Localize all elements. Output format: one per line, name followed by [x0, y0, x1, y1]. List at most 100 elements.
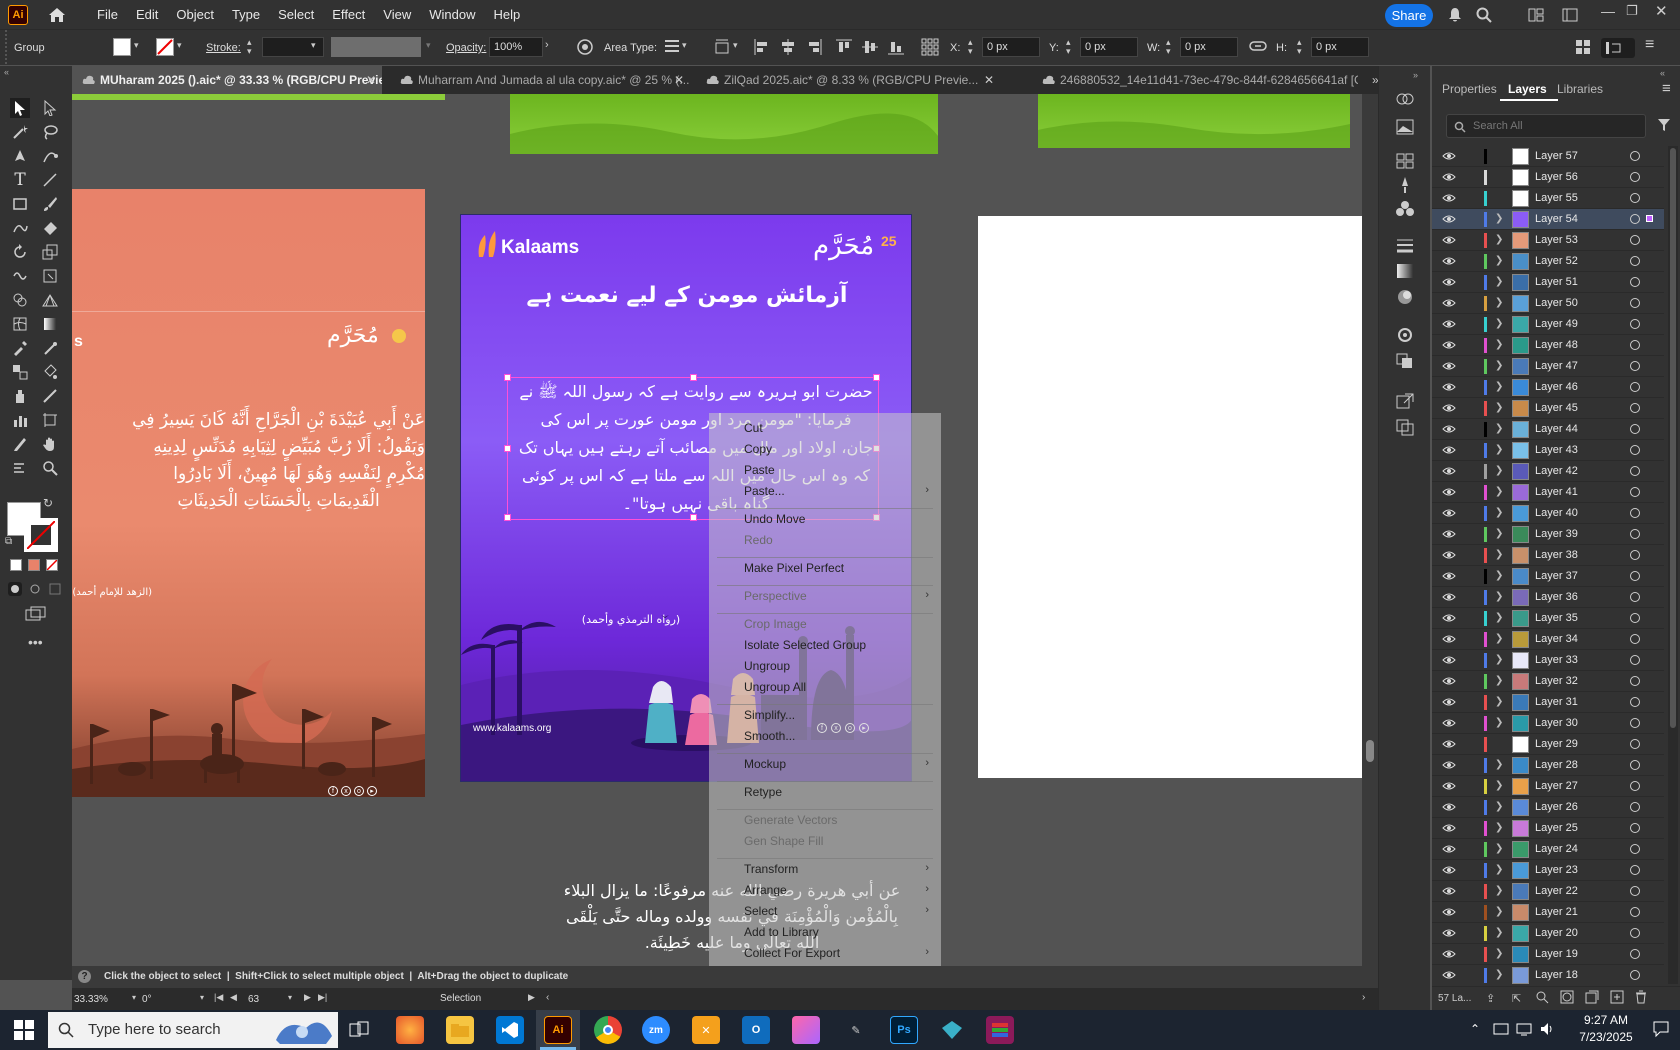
brushes-panel-icon[interactable]: [1395, 176, 1415, 194]
layers-scroll-thumb[interactable]: [1670, 148, 1676, 728]
layers-scrollbar[interactable]: [1668, 146, 1678, 984]
layer-name[interactable]: Layer 22: [1535, 885, 1578, 897]
slice-tool-icon[interactable]: [40, 386, 60, 406]
workspace-icon[interactable]: [1562, 8, 1578, 22]
layer-row[interactable]: Layer 57: [1432, 146, 1664, 167]
layer-name[interactable]: Layer 26: [1535, 801, 1578, 813]
w-field[interactable]: 0 px: [1180, 37, 1238, 57]
layer-row[interactable]: ❯ Layer 46: [1432, 377, 1664, 398]
expand-arrow-icon[interactable]: ❯: [1495, 675, 1503, 686]
visibility-eye-icon[interactable]: [1442, 634, 1456, 644]
eyedropper-tool-icon[interactable]: [10, 338, 30, 358]
expand-arrow-icon[interactable]: ❯: [1495, 696, 1503, 707]
direct-selection-tool-icon[interactable]: [40, 98, 60, 118]
app-gem-icon[interactable]: [938, 1016, 966, 1044]
document-tab[interactable]: ZilQad 2025.aic* @ 8.33 % (RGB/CPU Previ…: [696, 66, 1000, 94]
layer-target-icon[interactable]: [1630, 277, 1640, 287]
artboard-tool-icon[interactable]: [40, 410, 60, 430]
opacity-label[interactable]: Opacity:: [446, 42, 486, 54]
expand-arrow-icon[interactable]: ❯: [1495, 381, 1503, 392]
panel-menu-icon[interactable]: ≡: [1662, 80, 1671, 97]
visibility-eye-icon[interactable]: [1442, 508, 1456, 518]
transform-dropdown-icon[interactable]: ▾: [733, 40, 738, 51]
menu-effect[interactable]: Effect: [323, 0, 374, 29]
layer-target-icon[interactable]: [1630, 298, 1640, 308]
expand-arrow-icon[interactable]: ❯: [1495, 507, 1503, 518]
taskbar-time[interactable]: 9:27 AM: [1570, 1013, 1642, 1027]
tray-volume-icon[interactable]: [1539, 1021, 1555, 1037]
stroke-dropdown-icon[interactable]: ▾: [177, 40, 182, 51]
layer-name[interactable]: Layer 51: [1535, 276, 1578, 288]
layer-name[interactable]: Layer 27: [1535, 780, 1578, 792]
visibility-eye-icon[interactable]: [1442, 487, 1456, 497]
visibility-eye-icon[interactable]: [1442, 361, 1456, 371]
zoom-app-icon[interactable]: zm: [642, 1016, 670, 1044]
expand-arrow-icon[interactable]: ❯: [1495, 612, 1503, 623]
layer-target-icon[interactable]: [1630, 403, 1640, 413]
zoom-dropdown-icon[interactable]: ▾: [132, 993, 136, 1002]
layer-target-icon[interactable]: [1630, 361, 1640, 371]
home-icon[interactable]: [46, 4, 68, 26]
opacity-arrow-icon[interactable]: ›: [545, 39, 549, 51]
minimize-button[interactable]: —: [1601, 3, 1615, 19]
layer-target-icon[interactable]: [1630, 970, 1640, 980]
expand-arrow-icon[interactable]: ❯: [1495, 318, 1503, 329]
paragraph-align-icon[interactable]: [663, 39, 681, 53]
visibility-eye-icon[interactable]: [1442, 949, 1456, 959]
expand-arrow-icon[interactable]: ❯: [1495, 969, 1503, 980]
layer-target-icon[interactable]: [1630, 655, 1640, 665]
layer-name[interactable]: Layer 45: [1535, 402, 1578, 414]
context-menu-item-retype[interactable]: Retype: [744, 785, 782, 799]
layer-row[interactable]: ❯ Layer 26: [1432, 797, 1664, 818]
layer-name[interactable]: Layer 54: [1535, 213, 1578, 225]
visibility-eye-icon[interactable]: [1442, 823, 1456, 833]
expand-arrow-icon[interactable]: ❯: [1495, 339, 1503, 350]
y-field[interactable]: 0 px: [1080, 37, 1138, 57]
x-field[interactable]: 0 px: [982, 37, 1040, 57]
new-layer-icon[interactable]: [1610, 990, 1624, 1004]
stroke-color-swatch[interactable]: [24, 518, 58, 552]
profile-dropdown-icon[interactable]: ▾: [426, 40, 431, 51]
align-middle-icon[interactable]: [861, 38, 879, 56]
layer-name[interactable]: Layer 56: [1535, 171, 1578, 183]
scroll-right-button[interactable]: ›: [1362, 992, 1365, 1003]
expand-arrow-icon[interactable]: ❯: [1495, 213, 1503, 224]
layer-name[interactable]: Layer 33: [1535, 654, 1578, 666]
layer-target-icon[interactable]: [1630, 634, 1640, 644]
align-bottom-icon[interactable]: [887, 38, 905, 56]
collect-export-icon[interactable]: ⇱: [1512, 992, 1521, 1005]
menu-window[interactable]: Window: [420, 0, 484, 29]
layer-name[interactable]: Layer 40: [1535, 507, 1578, 519]
visibility-eye-icon[interactable]: [1442, 676, 1456, 686]
layer-row[interactable]: ❯ Layer 18: [1432, 965, 1664, 984]
expand-arrow-icon[interactable]: ❯: [1495, 948, 1503, 959]
fill-dropdown-icon[interactable]: ▾: [134, 40, 139, 51]
layer-row[interactable]: ❯ Layer 38: [1432, 545, 1664, 566]
layer-name[interactable]: Layer 42: [1535, 465, 1578, 477]
symbol-sprayer-tool-icon[interactable]: [10, 386, 30, 406]
opacity-field[interactable]: 100%: [489, 37, 543, 57]
layer-target-icon[interactable]: [1630, 613, 1640, 623]
artboards-panel-icon[interactable]: [1395, 418, 1415, 436]
context-menu-item-make-pixel-perfect[interactable]: Make Pixel Perfect: [744, 561, 844, 575]
context-menu-item-paste[interactable]: Paste: [744, 463, 775, 477]
xampp-icon[interactable]: ✕: [692, 1016, 720, 1044]
layer-target-icon[interactable]: [1630, 949, 1640, 959]
layer-name[interactable]: Layer 52: [1535, 255, 1578, 267]
layer-target-icon[interactable]: [1630, 592, 1640, 602]
x-stepper[interactable]: ▴ ▾: [968, 38, 973, 56]
expand-arrow-icon[interactable]: ❯: [1495, 570, 1503, 581]
expand-arrow-icon[interactable]: ❯: [1495, 759, 1503, 770]
resize-handle-w[interactable]: [504, 445, 511, 452]
warp-tool-icon[interactable]: [10, 266, 30, 286]
resize-handle-sw[interactable]: [504, 514, 511, 521]
visibility-eye-icon[interactable]: [1442, 235, 1456, 245]
layer-row[interactable]: ❯ Layer 49: [1432, 314, 1664, 335]
appearance-panel-icon[interactable]: [1395, 326, 1415, 344]
layer-row[interactable]: ❯ Layer 24: [1432, 839, 1664, 860]
export-icon[interactable]: [1395, 392, 1415, 410]
visibility-eye-icon[interactable]: [1442, 193, 1456, 203]
task-view-icon[interactable]: [348, 1020, 370, 1040]
layers-search-input[interactable]: Search All: [1446, 114, 1646, 138]
taskbar-date[interactable]: 7/23/2025: [1570, 1030, 1642, 1044]
